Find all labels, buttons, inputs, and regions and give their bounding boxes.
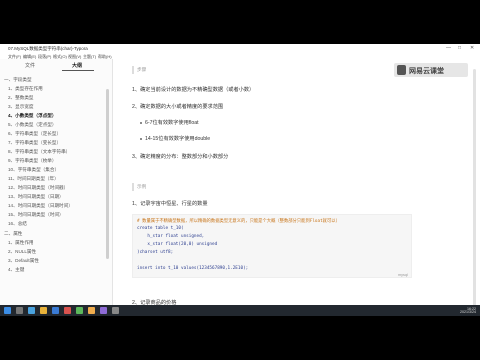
typora-icon[interactable] (112, 307, 119, 314)
typora-window: 07.MySQL数据类型字符串(char)-Typora — □ ✕ 文件(F)… (0, 44, 480, 316)
quote-bar (132, 66, 134, 74)
sidebar: 文件 大纲 一、字段类型 1、类型存在作用 2、整数类型 3、显示宽度 4、小数… (0, 59, 113, 316)
outline-item[interactable]: 14、时间日期类型（日期时间） (8, 203, 73, 209)
active-tab-indicator (62, 70, 94, 71)
tab-files[interactable]: 文件 (25, 62, 35, 69)
app-icon[interactable] (64, 307, 71, 314)
app-icon[interactable] (76, 307, 83, 314)
step-3: 3、确定精度的分布：整数部分和小数部分 (132, 154, 229, 160)
outline-item[interactable]: 1、属性作用 (8, 240, 34, 246)
app-icon[interactable] (100, 307, 107, 314)
bullet-dot (140, 138, 142, 140)
app-icon[interactable] (52, 307, 59, 314)
logo-text: 网易云课堂 (409, 68, 444, 75)
quote-bar (132, 183, 134, 191)
edge-icon[interactable] (28, 307, 35, 314)
section-label: 步骤 (137, 67, 147, 72)
outline-item[interactable]: 9、字符串类型（枚举） (8, 158, 57, 164)
start-icon[interactable] (4, 307, 11, 314)
code-line: insert into t_10 values(1234567890,1.2E1… (137, 266, 249, 271)
code-block[interactable]: # 数量属于不精确型数据，所以精确的数据类型无意义的，只能是个大概（整数部分只能… (132, 214, 412, 278)
editor[interactable]: 网易云课堂 步骤 1、确定当前设计的数据为不精确型数据（或者小数） 2、确定数据… (114, 59, 480, 316)
maximize-button[interactable]: □ (458, 45, 461, 51)
outline-item[interactable]: 3、Default属性 (8, 258, 39, 264)
section-label: 示例 (137, 184, 147, 189)
menu-bar: 文件(F) 编辑(E) 段落(P) 格式(O) 视图(V) 主题(T) 帮助(H… (0, 52, 480, 59)
outline-item[interactable]: 3、显示宽度 (8, 104, 34, 110)
folder-icon[interactable] (40, 307, 47, 314)
step-2: 2、确定数据的大小或者精度的要求范围 (132, 104, 224, 110)
outline-item[interactable]: 1、类型存在作用 (8, 86, 43, 92)
screen: 07.MySQL数据类型字符串(char)-Typora — □ ✕ 文件(F)… (0, 0, 480, 360)
example-1: 1、记录宇宙中恒星、行星的数量 (132, 201, 208, 207)
app-icon[interactable] (88, 307, 95, 314)
code-language-label[interactable]: mysql (398, 273, 408, 277)
bullet-dot (140, 122, 142, 124)
editor-scrollbar[interactable] (473, 69, 476, 309)
clock-date: 2021/3/24 (460, 310, 476, 315)
code-comment: # 数量属于不精确型数据，所以精确的数据类型无意义的，只能是个大概（整数部分只能… (137, 219, 340, 224)
bullet-item: 6-7位有效数字使用float (145, 120, 199, 126)
watermark-logo: 网易云课堂 (394, 63, 468, 77)
clock[interactable]: 16:22 2021/3/24 (460, 307, 476, 316)
search-icon[interactable] (16, 307, 23, 314)
sidebar-scrollbar[interactable] (106, 89, 109, 259)
outline-item[interactable]: 11、时间日期类型（年） (8, 176, 59, 182)
bullet-item: 14-15位有效数字使用double (145, 136, 211, 142)
code-line: h_star float unsigned, (137, 234, 205, 239)
step-1: 1、确定当前设计的数据为不精确型数据（或者小数） (132, 87, 255, 93)
outline-item[interactable]: 12、时间日期类型（时间戳） (8, 185, 68, 191)
outline-item[interactable]: 5、小数类型（定点型） (8, 122, 57, 128)
outline-item[interactable]: 16、总结 (8, 221, 27, 227)
outline-item[interactable]: 一、字段类型 (4, 77, 32, 83)
outline-item[interactable]: 二、属性 (4, 231, 22, 237)
outline-item-active[interactable]: 4、小数类型（浮点型） (8, 113, 57, 119)
outline-item[interactable]: 4、主键 (8, 267, 24, 273)
close-button[interactable]: ✕ (470, 45, 474, 51)
minimize-button[interactable]: — (446, 45, 451, 51)
outline-item[interactable]: 2、NULL属性 (8, 249, 36, 255)
logo-icon (397, 65, 406, 75)
outline-item[interactable]: 15、时间日期类型（时间） (8, 212, 64, 218)
tab-outline[interactable]: 大纲 (72, 62, 82, 69)
outline-item[interactable]: 8、字符串类型（文本字符串） (8, 149, 70, 155)
window-title: 07.MySQL数据类型字符串(char)-Typora (8, 45, 88, 51)
taskbar: 16:22 2021/3/24 (0, 305, 480, 316)
code-line: x_star float(20,0) unsigned (137, 242, 218, 247)
code-line: create table t_10( (137, 226, 184, 231)
outline-item[interactable]: 7、字符串类型（变长型） (8, 140, 61, 146)
code-line: )charset utf8; (137, 250, 174, 255)
outline-item[interactable]: 2、整数类型 (8, 95, 34, 101)
outline-item[interactable]: 13、时间日期类型（日期） (8, 194, 64, 200)
outline-item[interactable]: 6、字符串类型（定长型） (8, 131, 61, 137)
outline-item[interactable]: 10、字符串类型（集合） (8, 167, 59, 173)
title-bar: 07.MySQL数据类型字符串(char)-Typora — □ ✕ (0, 44, 480, 52)
sidebar-tabs: 文件 大纲 (0, 59, 113, 71)
